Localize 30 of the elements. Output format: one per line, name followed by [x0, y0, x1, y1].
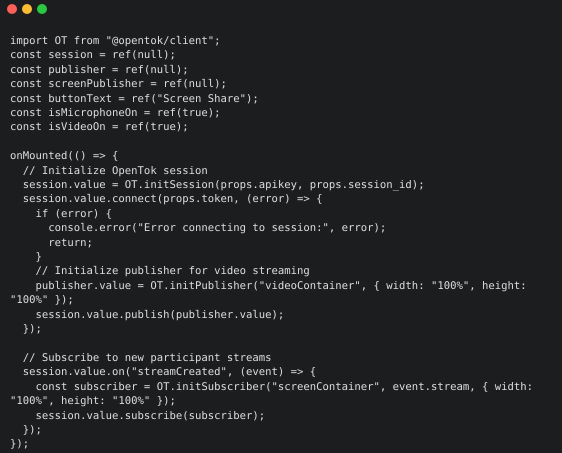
code-line: "100%", height: "100%" });: [10, 394, 176, 409]
window-button[interactable]: [37, 4, 47, 14]
code-line: const isVideoOn = ref(true);: [10, 120, 189, 135]
code-line: const publisher = ref(null);: [10, 62, 189, 78]
code-line: if (error) {: [34, 206, 112, 222]
code-line: publisher.value = OT.initPublisher("videoContainer", { width: "100%", height:: [34, 278, 527, 294]
window-button[interactable]: [7, 4, 17, 14]
code-line: const session = ref(null);: [10, 48, 176, 63]
code-line: session.value.publish(publisher.value);: [34, 308, 284, 322]
code-line: // Subscribe to new participant streams: [22, 350, 272, 366]
code-line: });: [22, 422, 42, 438]
code-line: session.value.on("streamCreated", (event) => {: [22, 365, 316, 380]
code-line: });: [22, 322, 42, 337]
code-line: console.error("Error connecting to session:", error);: [47, 221, 386, 236]
code-line: "100%" });: [10, 293, 74, 308]
code-line: onMounted(() => {: [10, 149, 118, 164]
code-line: import OT from "@opentok/client";: [10, 34, 220, 48]
code-line: session.value.subscribe(subscriber);: [34, 408, 266, 423]
code-line: const subscriber = OT.initSubscriber("screenContainer", event.stream, { width:: [34, 380, 533, 394]
code-line: const screenPublisher = ref(null);: [10, 77, 227, 92]
code-line: const buttonText = ref("Screen Share");: [10, 92, 259, 106]
code-line: // Initialize OpenTok session: [22, 164, 208, 178]
window-button[interactable]: [22, 4, 32, 14]
code-line: return;: [47, 236, 93, 250]
code-line: }: [34, 250, 42, 264]
code-line: session.value = OT.initSession(props.apikey, props.session_id);: [22, 178, 425, 192]
code-line: // Initialize publisher for video streaming: [34, 264, 310, 279]
code-line: session.value.connect(props.token, (error) => {: [22, 192, 323, 207]
code-line: const isMicrophoneOn = ref(true);: [10, 106, 220, 120]
code-line: });: [10, 437, 30, 452]
